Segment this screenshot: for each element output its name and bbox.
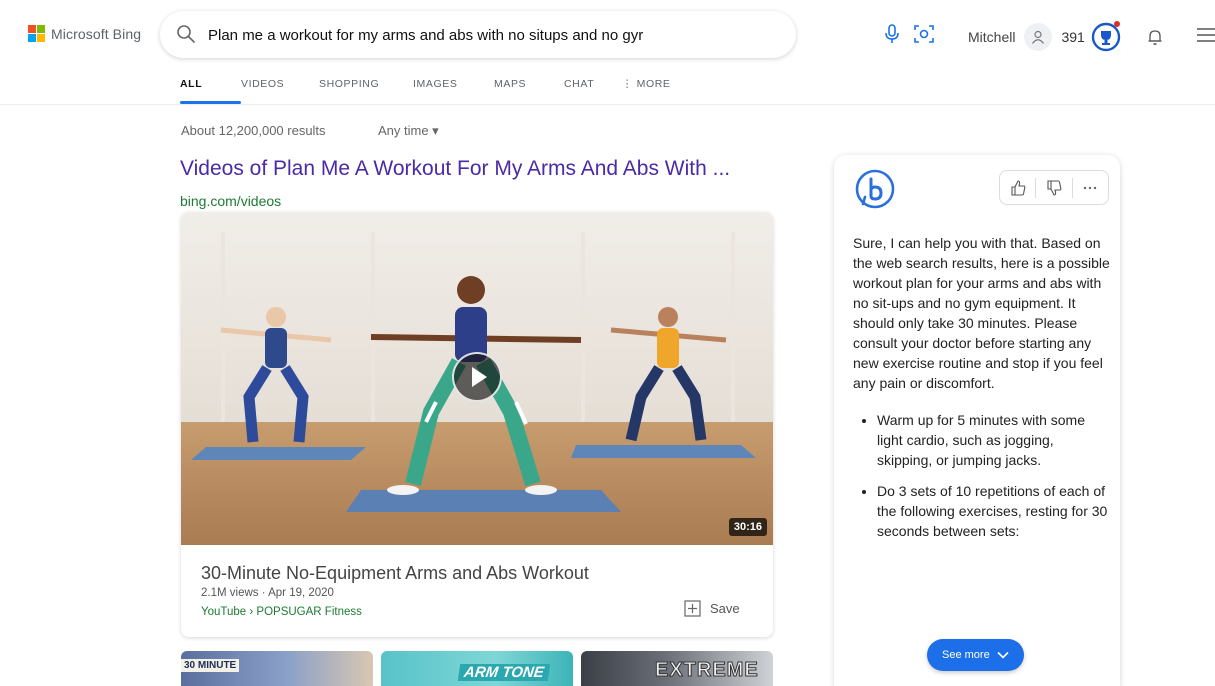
tab-chat[interactable]: CHAT (564, 78, 622, 102)
video-thumbnail-2[interactable]: 30 MINUTE (181, 651, 373, 686)
feedback-bar (999, 170, 1109, 205)
tabs-divider (0, 104, 1215, 105)
user-name[interactable]: Mitchell (968, 29, 1015, 45)
rewards-points[interactable]: 391 (1061, 29, 1084, 45)
save-label: Save (710, 601, 740, 616)
tab-all[interactable]: ALL (180, 78, 241, 104)
tab-videos[interactable]: VIDEOS (241, 78, 319, 102)
thumb-label: 30 MINUTE (181, 659, 240, 672)
chevron-down-icon (997, 651, 1009, 659)
result-title-link[interactable]: Videos of Plan Me A Workout For My Arms … (180, 157, 790, 181)
tab-shopping[interactable]: SHOPPING (319, 78, 413, 102)
result-count: About 12,200,000 results (181, 123, 326, 138)
hamburger-menu-icon[interactable] (1197, 27, 1215, 43)
video-thumbnail-3[interactable]: ARM TONE (381, 651, 573, 686)
video-result-card[interactable]: 30:16 30-Minute No-Equipment Arms and Ab… (181, 212, 773, 637)
microsoft-logo-icon (28, 25, 45, 42)
search-input[interactable] (208, 24, 688, 46)
video-title[interactable]: 30-Minute No-Equipment Arms and Abs Work… (201, 563, 589, 584)
chat-bullet-list: Warm up for 5 minutes with some light ca… (853, 410, 1111, 541)
copilot-chat-panel: Sure, I can help you with that. Based on… (834, 155, 1120, 686)
add-to-collection-icon (684, 600, 701, 617)
video-source[interactable]: YouTube › POPSUGAR Fitness (201, 606, 362, 618)
search-box[interactable] (160, 11, 934, 58)
bing-logo[interactable]: Microsoft Bing (28, 25, 141, 42)
thumb-label: ARM TONE (457, 664, 550, 681)
tab-more[interactable]: ⋮ MORE (622, 78, 692, 102)
video-thumbnail-4[interactable]: EXTREME (581, 651, 773, 686)
visual-search-icon[interactable] (914, 24, 934, 44)
rewards-trophy-icon[interactable] (1091, 21, 1121, 52)
time-filter-dropdown[interactable]: Any time ▾ (378, 123, 439, 139)
chat-intro: Sure, I can help you with that. Based on… (853, 235, 1110, 391)
bell-icon[interactable] (1147, 28, 1163, 46)
microphone-icon[interactable] (884, 24, 900, 44)
brand-name: Microsoft Bing (51, 25, 142, 42)
list-item: Do 3 sets of 10 repetitions of each of t… (877, 481, 1111, 541)
more-video-thumbnails: 30 MINUTE ARM TONE EXTREME (181, 651, 773, 686)
save-button[interactable]: Save (684, 600, 740, 617)
top-bar: Microsoft Bing Mitchell 391 (0, 0, 1215, 70)
thumbs-down-icon[interactable] (1036, 171, 1071, 204)
video-meta: 2.1M views · Apr 19, 2020 (201, 587, 334, 599)
chat-response: Sure, I can help you with that. Based on… (853, 233, 1111, 552)
result-url[interactable]: bing.com/videos (180, 193, 281, 209)
see-more-button[interactable]: See more (927, 639, 1024, 671)
see-more-label: See more (942, 649, 990, 661)
tab-maps[interactable]: MAPS (494, 78, 564, 102)
user-area: Mitchell 391 (968, 21, 1121, 52)
video-duration: 30:16 (728, 518, 767, 536)
avatar-icon[interactable] (1024, 23, 1053, 51)
search-tabs: ALL VIDEOS SHOPPING IMAGES MAPS CHAT ⋮ M… (180, 78, 692, 104)
more-options-icon[interactable] (1073, 171, 1108, 204)
thumbs-up-icon[interactable] (1000, 171, 1035, 204)
tab-images[interactable]: IMAGES (413, 78, 494, 102)
play-button[interactable] (452, 352, 502, 402)
bing-chat-icon[interactable] (854, 168, 896, 210)
thumb-label: EXTREME (655, 659, 759, 682)
search-icon[interactable] (176, 24, 196, 44)
play-icon (472, 367, 487, 387)
list-item: Warm up for 5 minutes with some light ca… (877, 410, 1111, 470)
notification-dot (1113, 21, 1120, 27)
